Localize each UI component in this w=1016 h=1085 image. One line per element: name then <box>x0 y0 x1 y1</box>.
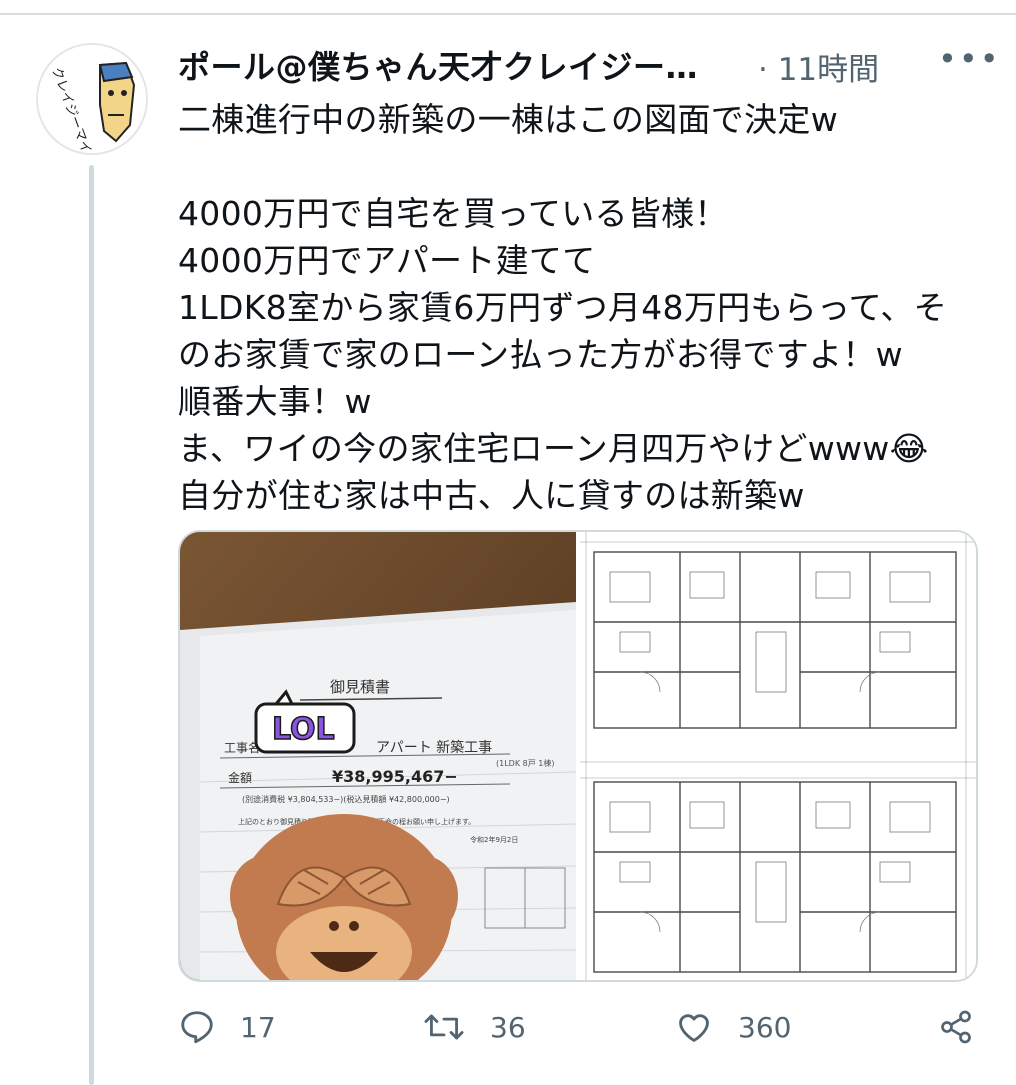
more-options-icon[interactable]: ••• <box>938 40 1001 78</box>
tweet-body: 二棟進行中の新築の一棟はこの図面で決定w 4000万円で自宅を買っている皆様！ … <box>178 100 947 515</box>
floor-plan-image[interactable] <box>580 532 976 980</box>
floor-plan-graphic <box>580 532 976 980</box>
heart-icon <box>679 1014 709 1042</box>
lol-sticker-text: LOL <box>272 712 335 747</box>
estimate-project-sub: (1LDK 8戸 1棟) <box>496 758 554 768</box>
reply-button[interactable]: 17 <box>178 1008 276 1046</box>
estimate-amount-label: 金額 <box>228 770 252 785</box>
avatar-illustration: クレイジーマインド!! <box>38 45 146 153</box>
share-icon <box>941 1010 971 1044</box>
top-divider <box>0 13 1016 15</box>
tweet-actions: 17 36 360 <box>178 1008 978 1058</box>
thread-line <box>89 165 94 1085</box>
share-button[interactable] <box>938 1008 974 1046</box>
estimate-title: 御見積書 <box>330 678 390 696</box>
estimate-photo[interactable]: 御見積書 工事名 アパート 新築工事 (1LDK 8戸 1棟) 金額 ¥38,9… <box>180 532 577 980</box>
estimate-project-name: アパート 新築工事 <box>376 740 492 756</box>
estimate-amount: ¥38,995,467− <box>332 767 458 786</box>
reply-count: 17 <box>240 1010 276 1044</box>
retweet-count: 36 <box>490 1010 526 1044</box>
author-avatar[interactable]: クレイジーマインド!! <box>36 43 148 155</box>
estimate-date: 令和2年9月2日 <box>470 835 518 844</box>
author-name[interactable]: ポール@僕ちゃん天才クレイジー… <box>178 42 698 88</box>
like-count: 360 <box>738 1010 792 1044</box>
retweet-icon <box>424 1014 464 1040</box>
estimate-tax-line: (別途消費税 ¥3,804,533−)(税込見積額 ¥42,800,000−) <box>242 794 450 804</box>
like-button[interactable]: 360 <box>674 1008 791 1046</box>
retweet-button[interactable]: 36 <box>422 1008 526 1046</box>
tweet-media[interactable]: 御見積書 工事名 アパート 新築工事 (1LDK 8戸 1棟) 金額 ¥38,9… <box>178 530 978 982</box>
reply-icon <box>181 1011 213 1044</box>
tweet-timestamp[interactable]: · 11時間 <box>758 44 879 89</box>
estimate-photo-graphic: 御見積書 工事名 アパート 新築工事 (1LDK 8戸 1棟) 金額 ¥38,9… <box>180 532 577 980</box>
tweet-header: ポール@僕ちゃん天才クレイジー… · 11時間 ••• <box>178 40 999 92</box>
